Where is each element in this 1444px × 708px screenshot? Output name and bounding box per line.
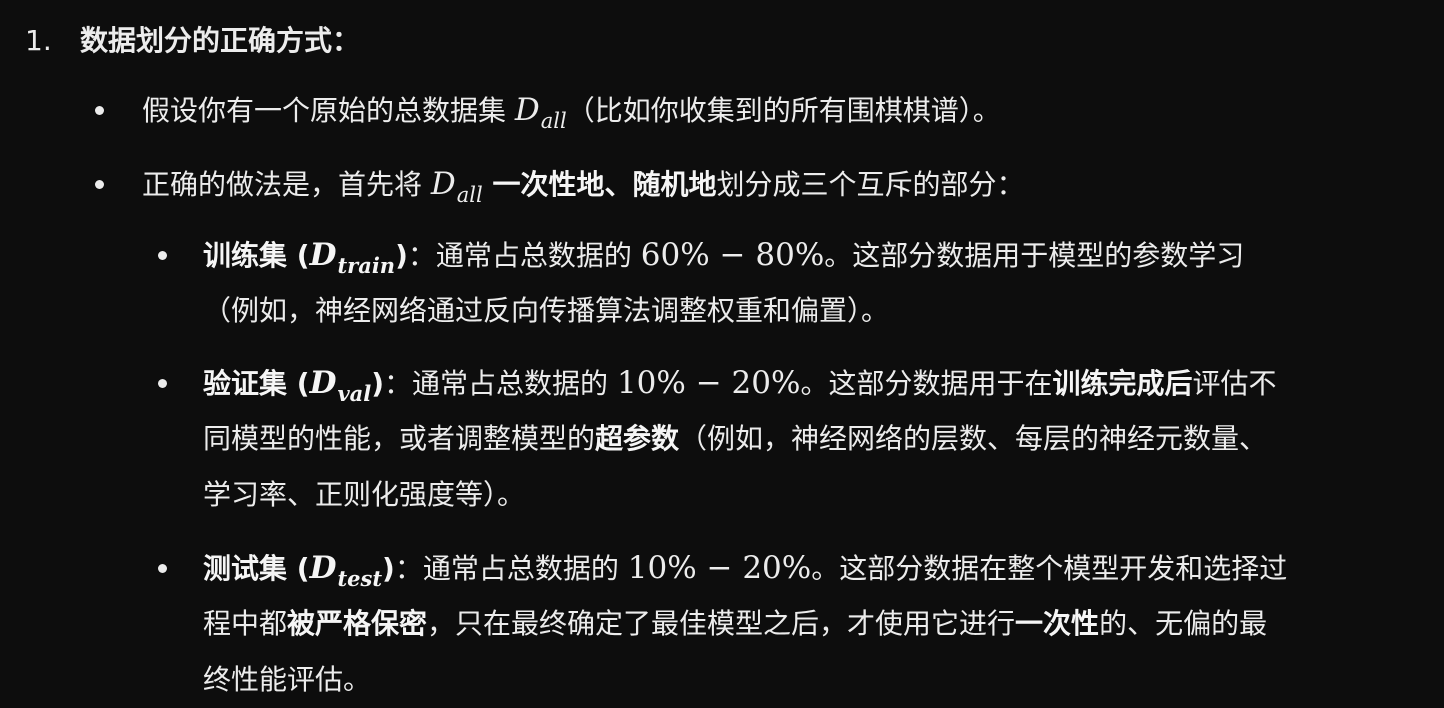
bullet-dot [95, 106, 104, 115]
bullet-item-split: 正确的做法是，首先将 Dall 一次性地、随机地划分成三个互斥的部分： [142, 165, 1025, 207]
math-d-all: Dall [514, 92, 567, 133]
subset-train-line1: 训练集 (Dtrain)：通常占总数据的 60% − 80%。这部分数据用于模型… [203, 237, 1245, 278]
bold-text: 一次性地、随机地 [482, 168, 717, 201]
math-d-val: Dval [309, 365, 372, 406]
list-heading: 1. 数据划分的正确方式： [25, 22, 360, 60]
math-d-test: Dtest [309, 550, 383, 591]
bold-text: 一次性 [1015, 607, 1100, 640]
bold-text: 训练完成后 [1052, 367, 1193, 400]
bullet-text: （比如你收集到的所有围棋棋谱）。 [566, 94, 1001, 127]
subset-test-line2: 程中都被严格保密，只在最终确定了最佳模型之后，才使用它进行一次性的、无偏的最 [203, 607, 1268, 640]
math-d-all: Dall [430, 166, 483, 207]
bullet-text: 假设你有一个原始的总数据集 [142, 94, 515, 127]
bullet-dot [158, 379, 167, 388]
list-number: 1. [25, 24, 52, 57]
bullet-dot [158, 251, 167, 260]
subset-name: 测试集 [203, 552, 288, 585]
percent-range: 60% − 80% [640, 237, 825, 273]
subset-name: 训练集 [203, 239, 288, 272]
percent-range: 10% − 20% [627, 550, 812, 586]
percent-range: 10% − 20% [616, 365, 801, 401]
bold-text: 超参数 [595, 422, 680, 455]
subset-train-line2: （例如，神经网络通过反向传播算法调整权重和偏置）。 [203, 294, 890, 327]
math-d-train: Dtrain [309, 237, 396, 278]
bullet-text: 正确的做法是，首先将 [142, 168, 431, 201]
bullet-dot [95, 180, 104, 189]
subset-val-line3: 学习率、正则化强度等）。 [203, 478, 526, 511]
subset-name: 验证集 [203, 367, 288, 400]
subset-test-line1: 测试集 (Dtest)：通常占总数据的 10% − 20%。这部分数据在整个模型… [203, 550, 1288, 591]
bullet-item-dataset: 假设你有一个原始的总数据集 Dall（比如你收集到的所有围棋棋谱）。 [142, 91, 1001, 133]
subset-val-line1: 验证集 (Dval)：通常占总数据的 10% − 20%。这部分数据用于在训练完… [203, 365, 1277, 406]
subset-val-line2: 同模型的性能，或者调整模型的超参数（例如，神经网络的层数、每层的神经元数量、 [203, 422, 1268, 455]
bullet-text: 划分成三个互斥的部分： [716, 168, 1025, 201]
subset-test-line3: 终性能评估。 [203, 663, 372, 696]
document-page: 1. 数据划分的正确方式： 假设你有一个原始的总数据集 Dall（比如你收集到的所… [0, 0, 1444, 708]
bullet-dot [158, 564, 167, 573]
bold-text: 被严格保密 [287, 607, 428, 640]
list-title: 数据划分的正确方式： [80, 24, 361, 57]
